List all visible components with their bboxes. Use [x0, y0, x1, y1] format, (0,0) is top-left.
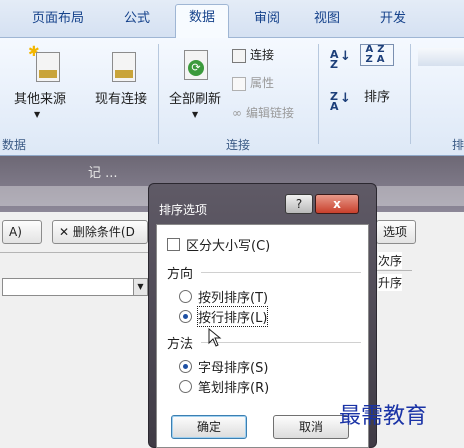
- close-button[interactable]: x: [315, 194, 359, 214]
- connections-icon: [232, 48, 246, 63]
- stroke-count-radio[interactable]: 笔划排序(R): [179, 377, 269, 396]
- chevron-down-icon: ▼: [192, 110, 199, 119]
- direction-divider: [201, 272, 361, 273]
- checkbox-box: [167, 238, 180, 251]
- ribbon-body: ✱ 其他来源 ▼ 现有连接 ⟳ 全部刷新 ▼ 连接 属性 ∞ 编辑链接 A Z ↓ Z…: [0, 38, 464, 156]
- radio-circle-selected: [179, 360, 192, 373]
- sort-by-column-radio[interactable]: 按列排序(T): [179, 287, 268, 306]
- sort-by-column-label: 按列排序(T): [198, 291, 269, 306]
- connections-button[interactable]: 连接: [232, 46, 274, 63]
- sort-button[interactable]: AZ ZA 排序: [356, 42, 398, 122]
- delete-level-shortcut: (D: [120, 225, 135, 239]
- close-icon: ✕: [59, 225, 70, 239]
- properties-button[interactable]: 属性: [232, 74, 274, 91]
- sort-descending-icon[interactable]: Z A ↓: [330, 91, 351, 112]
- case-sensitive-checkbox[interactable]: 区分大小写(C): [167, 235, 270, 254]
- stroke-count-label: 笔划排序(R): [198, 381, 270, 396]
- other-sources-label: 其他来源: [13, 92, 66, 107]
- alphabetical-radio[interactable]: 字母排序(S): [179, 357, 268, 376]
- cancel-button[interactable]: 取消: [273, 415, 349, 439]
- order-column-header: 次序: [378, 252, 403, 269]
- delete-level-button[interactable]: ✕ 删除条件(D: [52, 220, 148, 244]
- refresh-all-label: 全部刷新: [168, 92, 221, 107]
- tab-page-layout[interactable]: 页面布局: [22, 8, 94, 38]
- filter-area: [418, 48, 464, 66]
- sort-by-column-select[interactable]: ▼: [2, 278, 148, 296]
- tab-data[interactable]: 数据: [175, 4, 229, 39]
- order-divider: [376, 270, 412, 271]
- refresh-all-button[interactable]: ⟳ 全部刷新 ▼: [164, 44, 226, 124]
- existing-connections-button[interactable]: 现有连接: [90, 44, 152, 124]
- sort-ascending-icon[interactable]: A Z ↓: [330, 49, 351, 70]
- watermark-text: 最需教育: [339, 404, 428, 429]
- tab-developer[interactable]: 开发: [368, 8, 418, 38]
- ok-button[interactable]: 确定: [171, 415, 247, 439]
- sort-by-row-label: 按行排序(L): [196, 306, 269, 327]
- document-icon: [112, 52, 136, 82]
- existing-connections-label: 现有连接: [94, 92, 147, 107]
- add-level-button[interactable]: A): [2, 220, 42, 244]
- other-sources-button[interactable]: ✱ 其他来源 ▼: [0, 44, 80, 124]
- sort-label: 排序: [363, 90, 390, 105]
- chain-link-icon: ∞: [232, 106, 242, 120]
- column-header-divider: [0, 252, 148, 253]
- sort-by-row-radio[interactable]: 按行排序(L): [179, 306, 269, 327]
- tab-formulas[interactable]: 公式: [114, 8, 160, 38]
- help-button[interactable]: ?: [285, 194, 313, 214]
- sort-dialog-title: 记 ...: [88, 166, 118, 181]
- case-sensitive-label: 区分大小写(C): [186, 239, 271, 254]
- group-separator: [318, 44, 319, 144]
- group-separator: [158, 44, 159, 144]
- chevron-down-icon: ▼: [133, 279, 147, 295]
- options-button[interactable]: 选项: [376, 220, 416, 244]
- edit-links-button[interactable]: ∞ 编辑链接: [232, 104, 294, 121]
- dialog-body: 区分大小写(C) 方向 按列排序(T) 按行排序(L) 方法 字母排序(S) 笔…: [156, 224, 369, 448]
- alphabetical-label: 字母排序(S): [198, 361, 269, 376]
- method-divider: [201, 342, 361, 343]
- database-icon: [36, 52, 60, 82]
- radio-circle-selected: [179, 310, 192, 323]
- chevron-down-icon: ▼: [34, 110, 41, 119]
- refresh-icon: ⟳: [188, 60, 204, 76]
- method-heading: 方法: [167, 337, 194, 352]
- radio-circle: [179, 290, 192, 303]
- dialog-title: 排序选项: [159, 203, 208, 217]
- edit-links-label: 编辑链接: [246, 106, 295, 120]
- mouse-pointer-icon: [208, 328, 222, 347]
- tab-view[interactable]: 视图: [304, 8, 350, 38]
- delete-level-label: 删除条件: [72, 225, 121, 239]
- sort-grid-icon: AZ ZA: [360, 44, 394, 66]
- connections-label: 连接: [250, 48, 275, 62]
- group-separator: [410, 44, 411, 144]
- tab-review[interactable]: 审阅: [244, 8, 290, 38]
- properties-icon: [232, 76, 246, 91]
- group-label-connections: 连接: [226, 138, 251, 152]
- properties-label: 属性: [250, 76, 275, 90]
- order-select[interactable]: 升序: [378, 274, 403, 291]
- group-label-sort-filter: 排: [452, 138, 464, 152]
- ribbon-tab-bar: 页面布局 公式 数据 审阅 视图 开发: [0, 0, 464, 39]
- group-label-external-data: 数据: [2, 138, 27, 152]
- radio-circle: [179, 380, 192, 393]
- direction-heading: 方向: [167, 267, 194, 282]
